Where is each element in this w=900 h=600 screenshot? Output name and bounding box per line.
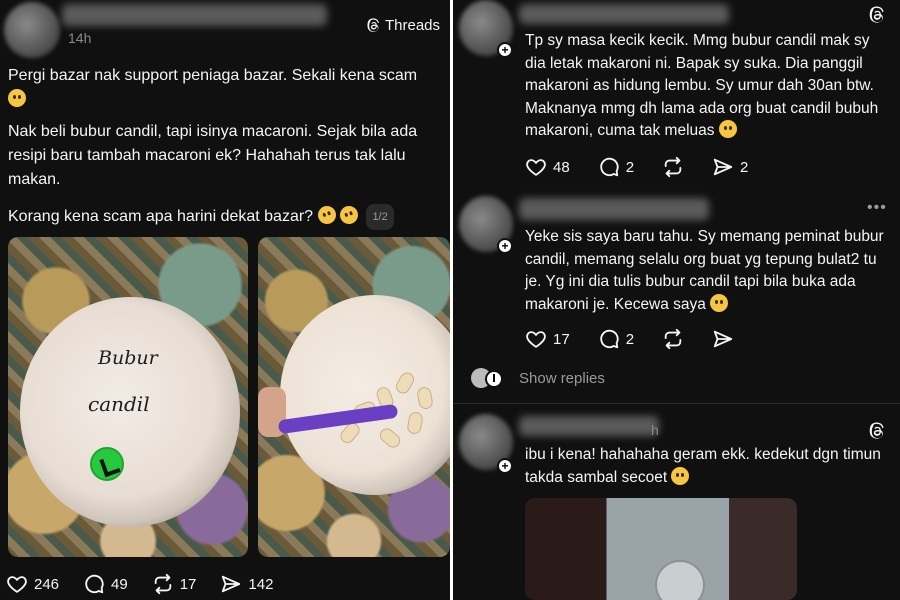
- reply-2-body: Yeke sis saya baru tahu. Sy memang pemin…: [525, 228, 884, 313]
- follow-plus-icon[interactable]: +: [497, 458, 513, 474]
- reply-3-body: ibu i kena! hahahaha geram ekk. kedekut …: [525, 446, 881, 486]
- post-photo-2[interactable]: [258, 237, 450, 557]
- show-replies-button[interactable]: Show replies: [471, 368, 605, 388]
- repost-button[interactable]: 17: [152, 573, 197, 595]
- share-icon: [713, 330, 733, 348]
- rofl-emoji-icon: [337, 203, 361, 227]
- post-timestamp: 14h: [68, 30, 92, 46]
- comment-icon: [600, 329, 619, 349]
- threads-badge-label: Threads: [385, 17, 441, 34]
- reply-separator: [453, 403, 900, 404]
- author-avatar[interactable]: [4, 2, 60, 58]
- post-paragraph-2: Nak beli bubur candil, tapi isinya macar…: [8, 123, 418, 188]
- threads-icon: [367, 18, 379, 32]
- comment-count: 49: [111, 575, 128, 593]
- more-options-icon[interactable]: •••: [867, 199, 887, 217]
- post-paragraph-1: Pergi bazar nak support peniaga bazar. S…: [8, 64, 440, 112]
- comment-icon: [85, 574, 104, 594]
- reply-3-text: ibu i kena! hahahaha geram ekk. kedekut …: [525, 444, 885, 489]
- post-actions: 246 49 17 142: [6, 573, 297, 595]
- threads-icon: [869, 6, 884, 23]
- like-count: 246: [34, 575, 60, 593]
- comment-button[interactable]: 2: [598, 328, 634, 350]
- reply-1-actions: 48 2 2: [525, 156, 776, 178]
- show-replies-label: Show replies: [519, 369, 605, 387]
- share-count: 142: [248, 575, 274, 593]
- reply-1-body: Tp sy masa kecik kecik. Mmg bubur candil…: [525, 32, 879, 139]
- original-post: 14h Threads Pergi bazar nak support peni…: [0, 0, 450, 600]
- reply-1-name-redacted: [519, 4, 729, 24]
- like-count: 17: [553, 330, 570, 348]
- share-button[interactable]: [712, 328, 734, 350]
- flushed-emoji-icon: [8, 89, 26, 107]
- post-paragraph-3-text: Korang kena scam apa harini dekat bazar?: [8, 208, 314, 226]
- appliance-knob: [655, 560, 705, 600]
- repost-icon: [664, 156, 682, 178]
- reply-2-text: Yeke sis saya baru tahu. Sy memang pemin…: [525, 226, 885, 316]
- green-sticker-icon: [90, 447, 124, 481]
- screenshot-collage: 14h Threads Pergi bazar nak support peni…: [0, 0, 900, 600]
- reply-3-name-redacted: [519, 416, 659, 436]
- reply-3-photo[interactable]: [525, 498, 797, 600]
- replies-panel: + Tp sy masa kecik kecik. Mmg bubur cand…: [453, 0, 900, 600]
- reply-2-actions: 17 2: [525, 328, 762, 350]
- author-name-redacted: [62, 4, 327, 26]
- cup-handwritten-label-1: Bubur: [98, 347, 158, 369]
- reply-3-timestamp: h: [651, 422, 659, 438]
- post-photo-1[interactable]: Bubur candil: [8, 237, 248, 557]
- share-count: 2: [740, 158, 749, 176]
- like-button[interactable]: 17: [525, 328, 570, 350]
- follow-plus-icon[interactable]: +: [497, 42, 513, 58]
- post-paragraph-3: Korang kena scam apa harini dekat bazar?…: [8, 203, 440, 230]
- share-button[interactable]: 2: [712, 156, 748, 178]
- image-pager: 1/2: [366, 204, 394, 230]
- heart-icon: [526, 159, 546, 176]
- like-count: 48: [553, 158, 570, 176]
- mini-avatar: [471, 368, 503, 388]
- heart-icon: [7, 576, 27, 593]
- heart-icon: [526, 331, 546, 348]
- comment-button[interactable]: 49: [83, 573, 128, 595]
- repost-icon: [154, 573, 171, 595]
- reply-1-text: Tp sy masa kecik kecik. Mmg bubur candil…: [525, 30, 885, 143]
- sad-emoji-icon: [710, 293, 729, 312]
- share-icon: [222, 575, 241, 593]
- like-button[interactable]: 48: [525, 156, 570, 178]
- reply-2-name-redacted: [519, 198, 709, 220]
- comment-button[interactable]: 2: [598, 156, 634, 178]
- comment-count: 2: [625, 158, 635, 176]
- arrow-down-icon: [485, 370, 503, 388]
- cup-handwritten-label-2: candil: [88, 392, 150, 416]
- like-button[interactable]: 246: [6, 573, 59, 595]
- repost-icon: [664, 328, 682, 350]
- laughing-emoji-icon: [718, 120, 737, 138]
- rofl-emoji-icon: [314, 203, 339, 227]
- share-icon: [713, 158, 733, 176]
- repost-count: 17: [179, 575, 197, 593]
- post-paragraph-1-text: Pergi bazar nak support peniaga bazar. S…: [8, 67, 418, 84]
- repost-button[interactable]: [662, 156, 684, 178]
- threads-icon: [869, 422, 884, 439]
- share-button[interactable]: 142: [220, 573, 273, 595]
- follow-plus-icon[interactable]: +: [497, 238, 513, 254]
- comment-icon: [600, 157, 619, 177]
- thinking-emoji-icon: [671, 466, 690, 485]
- repost-button[interactable]: [662, 328, 684, 350]
- threads-badge: Threads: [366, 17, 440, 34]
- comment-count: 2: [625, 330, 635, 348]
